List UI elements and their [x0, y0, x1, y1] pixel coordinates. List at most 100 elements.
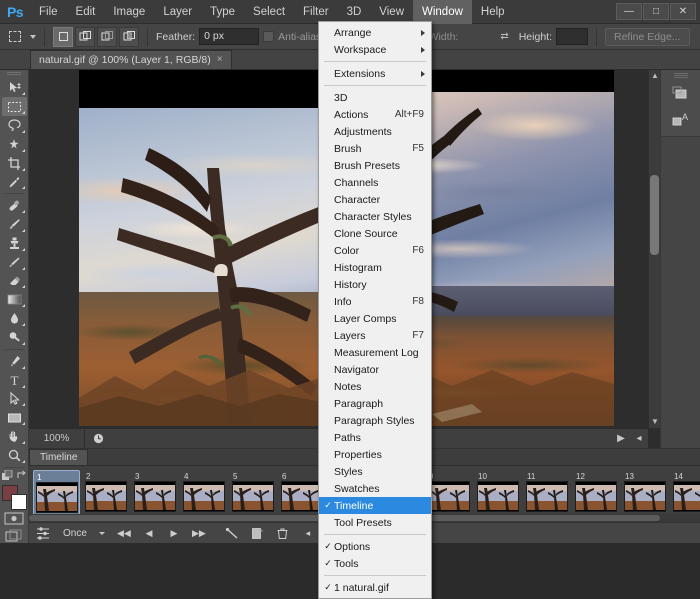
menu-item-channels[interactable]: Channels	[319, 174, 431, 191]
menu-item-histogram[interactable]: Histogram	[319, 259, 431, 276]
frame-thumbnail[interactable]	[624, 481, 666, 512]
menu-item-adjustments[interactable]: Adjustments	[319, 123, 431, 140]
menu-item-options[interactable]: ✓Options	[319, 538, 431, 555]
menu-edit[interactable]: Edit	[67, 0, 105, 24]
color-swatches[interactable]	[2, 485, 27, 507]
quick-mask-mode-icon[interactable]	[3, 512, 25, 525]
menu-type[interactable]: Type	[201, 0, 244, 24]
scrollbar-thumb[interactable]	[650, 175, 659, 255]
add-to-selection-button[interactable]	[75, 27, 95, 47]
document-tab[interactable]: natural.gif @ 100% (Layer 1, RGB/8) ×	[30, 50, 232, 69]
duplicate-frame-button[interactable]	[247, 525, 269, 542]
frame-thumbnail[interactable]	[36, 482, 78, 513]
zoom-tool[interactable]	[2, 446, 27, 465]
frame-thumbnail[interactable]	[673, 481, 700, 512]
menu-item-workspace[interactable]: Workspace	[319, 41, 431, 58]
menu-view[interactable]: View	[370, 0, 413, 24]
menu-item-info[interactable]: InfoF8	[319, 293, 431, 310]
character-styles-icon[interactable]: A	[661, 107, 700, 133]
eraser-tool[interactable]	[2, 272, 27, 291]
menu-item-paragraph[interactable]: Paragraph	[319, 395, 431, 412]
frame-thumbnail[interactable]	[526, 481, 568, 512]
panel-grip[interactable]	[7, 72, 21, 76]
status-play-icon[interactable]: ▶	[612, 433, 630, 444]
subtract-from-selection-button[interactable]	[97, 27, 117, 47]
history-brush-tool[interactable]	[2, 253, 27, 272]
tween-frames-button[interactable]	[222, 525, 244, 542]
screen-mode-icon[interactable]	[3, 529, 25, 543]
timeline-menu-icon[interactable]: ◂	[297, 525, 319, 542]
maximize-button[interactable]: □	[643, 3, 669, 20]
menu-help[interactable]: Help	[472, 0, 514, 24]
eyedropper-tool[interactable]	[2, 173, 27, 192]
play-animation-button[interactable]: ▶	[163, 525, 185, 542]
tab-timeline[interactable]: Timeline	[29, 449, 88, 465]
menu-item-extensions[interactable]: Extensions	[319, 65, 431, 82]
menu-3d[interactable]: 3D	[338, 0, 371, 24]
menu-item-clone-source[interactable]: Clone Source	[319, 225, 431, 242]
looping-options-select[interactable]: Once	[58, 525, 110, 542]
menu-layer[interactable]: Layer	[154, 0, 201, 24]
frame-thumbnail[interactable]	[183, 481, 225, 512]
menu-item-measurement-log[interactable]: Measurement Log	[319, 344, 431, 361]
menu-item-layers[interactable]: LayersF7	[319, 327, 431, 344]
menu-window[interactable]: Window	[413, 0, 472, 24]
spot-healing-brush-tool[interactable]	[2, 196, 27, 215]
canvas-vertical-scrollbar[interactable]: ▲ ▼	[648, 70, 660, 428]
clone-stamp-tool[interactable]	[2, 234, 27, 253]
menu-item-styles[interactable]: Styles	[319, 463, 431, 480]
menu-item-paragraph-styles[interactable]: Paragraph Styles	[319, 412, 431, 429]
layer-comps-icon[interactable]	[661, 81, 700, 107]
lasso-tool[interactable]	[2, 116, 27, 135]
select-next-frame-button[interactable]: ▶▶	[188, 525, 210, 542]
menu-item-navigator[interactable]: Navigator	[319, 361, 431, 378]
menu-item-tool-presets[interactable]: Tool Presets	[319, 514, 431, 531]
pen-tool[interactable]	[2, 352, 27, 371]
zoom-level[interactable]: 100%	[29, 429, 85, 449]
hand-tool[interactable]	[2, 427, 27, 446]
menu-item-brush[interactable]: BrushF5	[319, 140, 431, 157]
quick-selection-tool[interactable]	[2, 135, 27, 154]
menu-item-3d[interactable]: 3D	[319, 89, 431, 106]
menu-filter[interactable]: Filter	[294, 0, 338, 24]
brush-tool[interactable]	[2, 215, 27, 234]
frame-thumbnail[interactable]	[85, 481, 127, 512]
chevron-down-icon[interactable]	[30, 35, 36, 39]
dodge-tool[interactable]	[2, 328, 27, 347]
menu-item-notes[interactable]: Notes	[319, 378, 431, 395]
move-tool[interactable]	[2, 78, 27, 97]
rectangle-tool[interactable]	[2, 408, 27, 427]
menu-item-paths[interactable]: Paths	[319, 429, 431, 446]
menu-item-1-natural-gif[interactable]: ✓1 natural.gif	[319, 579, 431, 596]
menu-image[interactable]: Image	[104, 0, 154, 24]
background-color-swatch[interactable]	[11, 494, 27, 510]
path-selection-tool[interactable]	[2, 390, 27, 409]
frame-thumbnail[interactable]	[477, 481, 519, 512]
crop-tool[interactable]	[2, 154, 27, 173]
antialias-checkbox[interactable]	[263, 31, 274, 42]
select-first-frame-button[interactable]: ◀◀	[113, 525, 135, 542]
frame-thumbnail[interactable]	[134, 481, 176, 512]
scroll-down-icon[interactable]: ▼	[649, 416, 660, 428]
menu-item-tools[interactable]: ✓Tools	[319, 555, 431, 572]
panel-grip[interactable]	[674, 73, 688, 78]
blur-tool[interactable]	[2, 309, 27, 328]
rectangular-marquee-icon[interactable]	[4, 27, 26, 47]
menu-item-swatches[interactable]: Swatches	[319, 480, 431, 497]
menu-item-character[interactable]: Character	[319, 191, 431, 208]
gradient-tool[interactable]	[2, 290, 27, 309]
status-left-icon[interactable]: ◂	[630, 433, 648, 444]
menu-item-history[interactable]: History	[319, 276, 431, 293]
type-tool[interactable]: T	[2, 371, 27, 390]
refine-edge-button[interactable]: Refine Edge...	[605, 28, 690, 46]
intersect-with-selection-button[interactable]	[119, 27, 139, 47]
menu-item-actions[interactable]: ActionsAlt+F9	[319, 106, 431, 123]
menu-item-brush-presets[interactable]: Brush Presets	[319, 157, 431, 174]
select-previous-frame-button[interactable]: ◀	[138, 525, 160, 542]
height-input[interactable]	[556, 28, 588, 45]
scroll-up-icon[interactable]: ▲	[649, 70, 660, 82]
close-button[interactable]: ✕	[670, 3, 696, 20]
frame-thumbnail[interactable]	[281, 481, 323, 512]
menu-select[interactable]: Select	[244, 0, 294, 24]
menu-item-color[interactable]: ColorF6	[319, 242, 431, 259]
